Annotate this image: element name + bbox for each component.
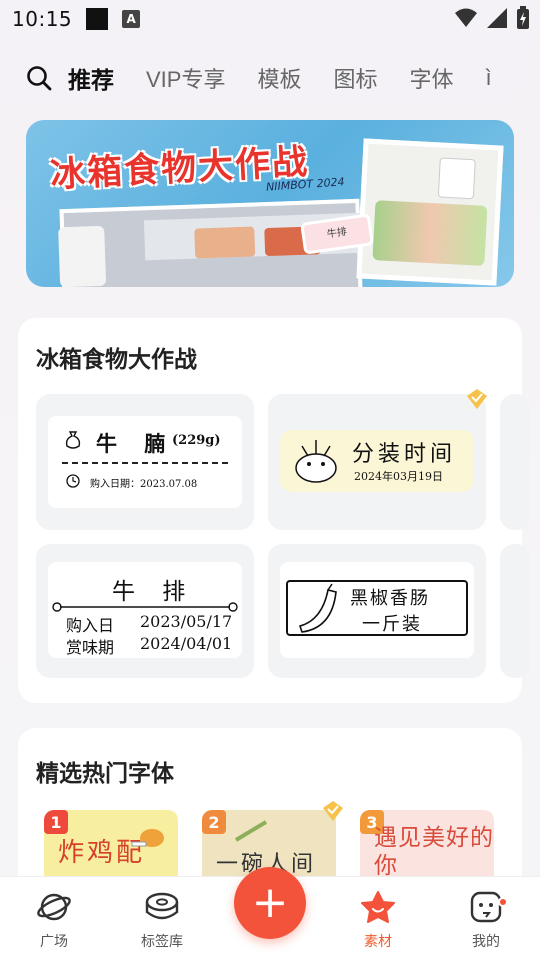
tab-templates[interactable]: 模板	[257, 62, 301, 94]
purchase-value: 2023/05/17	[140, 612, 233, 631]
signal-icon	[487, 8, 507, 28]
sausage-icon	[298, 583, 337, 633]
create-button[interactable]: +	[234, 867, 306, 939]
nav-plaza[interactable]: 广场	[14, 889, 94, 951]
nav-materials[interactable]: 素材	[338, 889, 418, 951]
rank-badge: 1	[44, 810, 68, 834]
section-title: 精选热门字体	[36, 761, 174, 787]
tab-recommend[interactable]: 推荐	[68, 61, 114, 95]
template-card-peek[interactable]	[500, 544, 530, 678]
label-title: 牛 排	[112, 579, 196, 605]
notification-icon	[86, 8, 109, 30]
wifi-icon	[455, 8, 477, 27]
template-card[interactable]: 黑椒香肠 一斤装	[268, 544, 486, 678]
label-title: 分装时间	[352, 442, 457, 467]
top-nav: 推荐 VIP专享 模板 图标 字体 ì	[0, 52, 540, 104]
clock-icon	[66, 474, 80, 488]
scroll-divider	[52, 602, 238, 612]
label-preview: 牛 排 购入日 2023/05/17 赏味期 2024/04/01	[48, 562, 242, 658]
notification-dot	[498, 897, 508, 907]
containers-photo	[356, 138, 504, 286]
status-right	[454, 6, 530, 30]
food-name: 牛 腩	[96, 431, 176, 456]
nav-label-library[interactable]: 标签库	[122, 889, 202, 951]
promo-banner[interactable]: 冰箱食物大作战 NIIMBOT 2024 牛排	[26, 120, 514, 287]
template-card-peek[interactable]	[500, 394, 530, 530]
tab-icons[interactable]: 图标	[333, 62, 377, 94]
printer-shape	[437, 157, 476, 200]
search-button[interactable]	[24, 63, 54, 93]
vip-badge-icon	[323, 801, 343, 821]
purchase-date: 购入日期：2023.07.08	[90, 479, 198, 490]
containers-shape	[372, 200, 488, 266]
nav-label: 我的	[472, 934, 500, 950]
spoon-icon	[234, 820, 268, 842]
template-card[interactable]: 分装时间 2024年03月19日	[268, 394, 486, 530]
star-icon	[360, 889, 396, 925]
label-title: 黑椒香肠	[350, 588, 430, 609]
label-subtitle: 一斤装	[362, 614, 422, 635]
tab-more[interactable]: ì	[486, 65, 492, 91]
status-time: 10:15	[12, 7, 73, 31]
food-weight: (229g)	[172, 433, 221, 448]
nav-label: 广场	[40, 934, 68, 950]
template-card[interactable]: 牛 腩 (229g) 购入日期：2023.07.08	[36, 394, 254, 530]
font-sample: 遇见美好的你	[374, 825, 494, 879]
tab-fonts[interactable]: 字体	[410, 62, 454, 94]
dragon-icon	[295, 440, 337, 483]
sack-icon	[65, 431, 81, 449]
status-bar: 10:15 A	[0, 0, 540, 38]
rank-badge: 2	[202, 810, 226, 834]
tabs-fade	[500, 52, 540, 104]
tape-roll-icon	[144, 889, 180, 925]
nav-label: 素材	[364, 934, 392, 950]
planet-icon	[36, 889, 72, 925]
dashed-divider	[62, 462, 228, 464]
search-icon	[27, 66, 52, 91]
label-date: 2024年03月19日	[354, 470, 443, 483]
chicken-leg-icon	[131, 829, 164, 847]
bestbefore-label: 赏味期	[66, 638, 115, 657]
tab-vip[interactable]: VIP专享	[146, 62, 225, 94]
bestbefore-value: 2024/04/01	[140, 634, 233, 653]
vip-badge-icon	[467, 389, 487, 409]
profile-face-icon	[468, 889, 504, 925]
printer-shape	[58, 225, 107, 287]
food-box-shape	[194, 226, 256, 259]
label-preview: 黑椒香肠 一斤装	[280, 562, 474, 658]
purchase-label: 购入日	[66, 616, 115, 635]
label-preview: 分装时间 2024年03月19日	[280, 430, 474, 492]
label-preview: 牛 腩 (229g) 购入日期：2023.07.08	[48, 416, 242, 508]
category-tabs: 推荐 VIP专享 模板 图标 字体 ì	[68, 61, 492, 95]
template-card[interactable]: 牛 排 购入日 2023/05/17 赏味期 2024/04/01	[36, 544, 254, 678]
nav-profile[interactable]: 我的	[446, 889, 526, 951]
app-notification-icon: A	[122, 10, 141, 28]
section-title: 冰箱食物大作战	[36, 347, 197, 373]
template-section: 冰箱食物大作战 牛 腩 (229g) 购入日期：2023.07.08 分装时间 …	[18, 318, 530, 703]
battery-icon	[517, 6, 529, 29]
nav-label: 标签库	[141, 934, 183, 950]
